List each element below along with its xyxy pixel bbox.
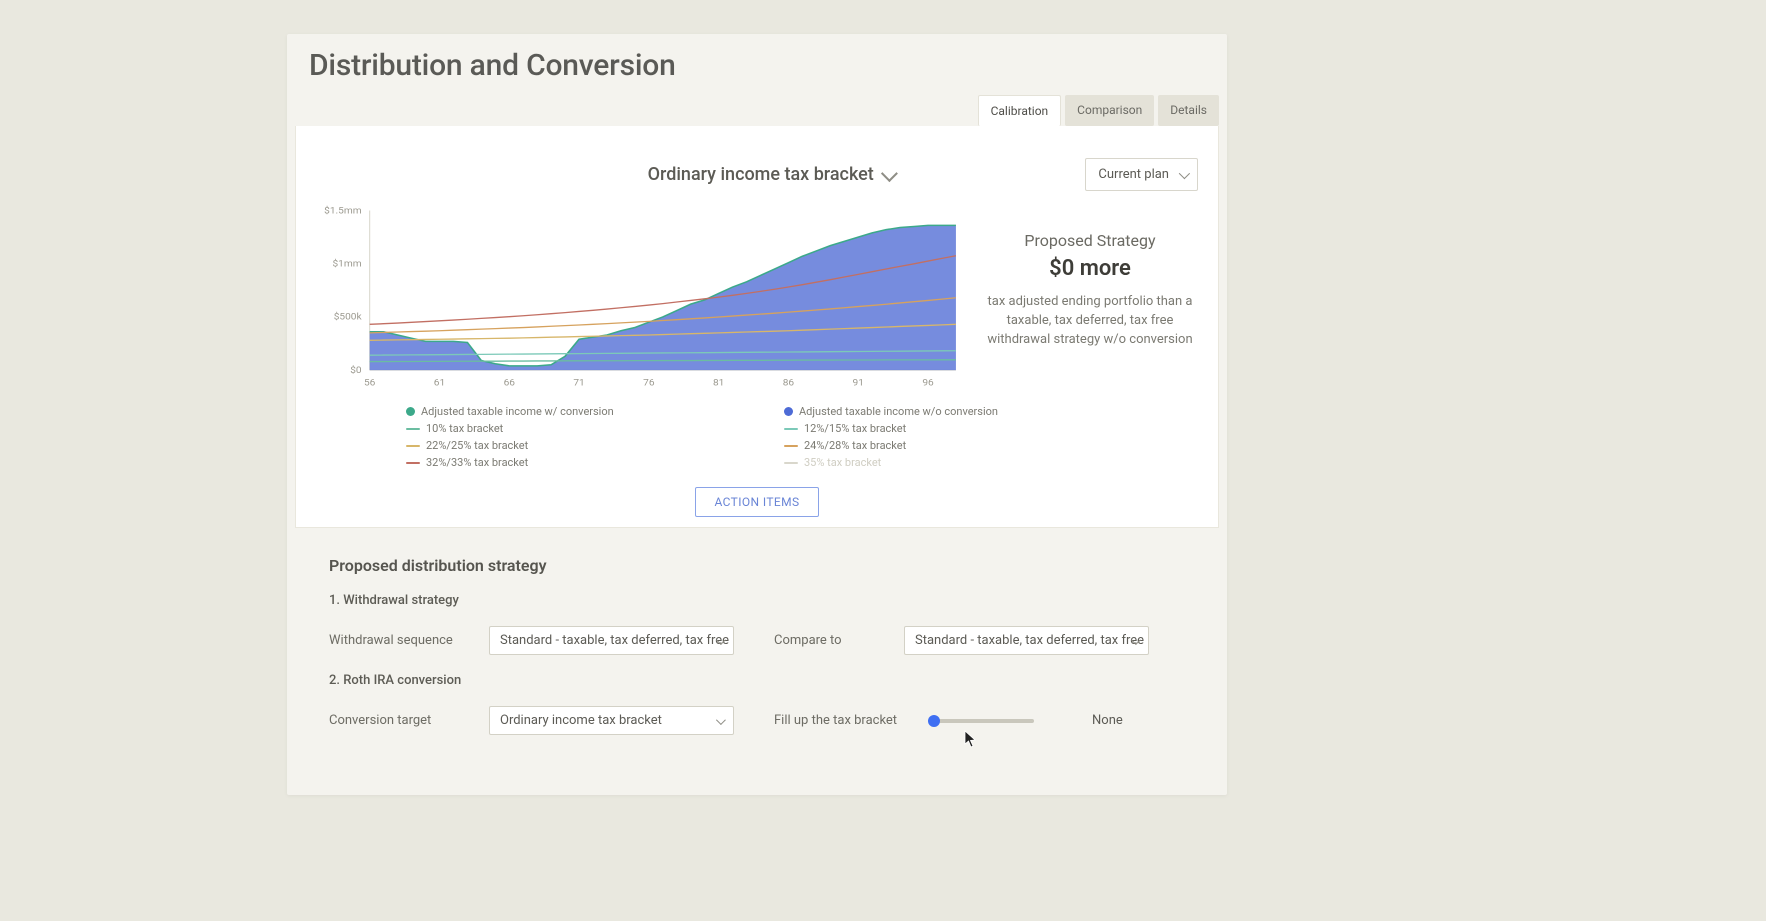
withdrawal-sequence-value: Standard - taxable, tax deferred, tax fr…	[500, 633, 729, 648]
svg-text:$1mm: $1mm	[333, 259, 362, 270]
chart-title-dropdown[interactable]: Ordinary income tax bracket	[456, 164, 1085, 185]
legend-item: Adjusted taxable income w/ conversion	[406, 405, 760, 418]
plan-select[interactable]: Current plan	[1085, 158, 1198, 191]
legend-item: 24%/28% tax bracket	[784, 439, 1138, 452]
svg-text:$500k: $500k	[334, 312, 362, 323]
legend-label: 12%/15% tax bracket	[804, 422, 906, 435]
withdrawal-sequence-select[interactable]: Standard - taxable, tax deferred, tax fr…	[489, 626, 734, 655]
strategy-heading: Proposed distribution strategy	[329, 556, 1185, 575]
svg-text:$1.5mm: $1.5mm	[324, 206, 361, 217]
chart-card: Ordinary income tax bracket Current plan…	[295, 126, 1219, 528]
legend-dot-icon	[406, 407, 415, 416]
legend-item: 22%/25% tax bracket	[406, 439, 760, 452]
page-title: Distribution and Conversion	[287, 48, 698, 83]
chevron-down-icon	[1179, 168, 1190, 179]
withdrawal-sequence-label: Withdrawal sequence	[329, 633, 469, 648]
side-panel: Proposed Strategy $0 more tax adjusted e…	[980, 201, 1200, 391]
svg-text:91: 91	[853, 378, 864, 389]
conversion-target-select[interactable]: Ordinary income tax bracket	[489, 706, 734, 735]
chart-title: Ordinary income tax bracket	[648, 164, 874, 185]
svg-text:66: 66	[504, 378, 516, 389]
compare-to-value: Standard - taxable, tax deferred, tax fr…	[915, 633, 1144, 648]
conversion-target-value: Ordinary income tax bracket	[500, 713, 662, 728]
plan-select-value: Current plan	[1098, 167, 1169, 182]
strategy-section: Proposed distribution strategy 1. Withdr…	[287, 528, 1227, 795]
legend-item: 35% tax bracket	[784, 456, 1138, 469]
side-panel-title: Proposed Strategy	[980, 231, 1200, 250]
legend-item: Adjusted taxable income w/o conversion	[784, 405, 1138, 418]
svg-text:56: 56	[364, 378, 376, 389]
svg-text:86: 86	[783, 378, 795, 389]
tab-calibration[interactable]: Calibration	[978, 95, 1062, 126]
legend-item: 12%/15% tax bracket	[784, 422, 1138, 435]
action-items-button[interactable]: ACTION ITEMS	[695, 487, 818, 517]
conversion-row: Conversion target Ordinary income tax br…	[329, 706, 1185, 735]
side-panel-amount: $0 more	[980, 256, 1200, 281]
svg-text:76: 76	[643, 378, 655, 389]
chart-svg: $0 $500k $1mm $1.5mm 56 61 66 71 76 81 86 91 96	[314, 201, 962, 391]
svg-text:81: 81	[713, 378, 724, 389]
fillup-label: Fill up the tax bracket	[774, 713, 914, 728]
side-panel-description: tax adjusted ending portfolio than a tax…	[980, 293, 1200, 350]
slider-thumb[interactable]	[928, 715, 940, 727]
step2-label: 2. Roth IRA conversion	[329, 673, 1185, 688]
fillup-slider-wrap: None	[934, 713, 1123, 728]
legend-line-icon	[406, 462, 420, 464]
fillup-value: None	[1092, 713, 1123, 728]
svg-text:$0: $0	[350, 365, 361, 376]
app-window: Distribution and Conversion Calibration …	[287, 34, 1227, 795]
chart-header: Ordinary income tax bracket Current plan	[296, 138, 1218, 201]
legend-label: 35% tax bracket	[804, 456, 881, 469]
action-row: ACTION ITEMS	[296, 477, 1218, 527]
legend-label: 10% tax bracket	[426, 422, 503, 435]
legend: Adjusted taxable income w/ conversion Adj…	[296, 399, 1218, 477]
svg-text:71: 71	[573, 378, 584, 389]
legend-line-icon	[784, 445, 798, 447]
tab-comparison[interactable]: Comparison	[1065, 95, 1154, 126]
chart-body: $0 $500k $1mm $1.5mm 56 61 66 71 76 81 86 91 96 Prop…	[296, 201, 1218, 399]
legend-item: 32%/33% tax bracket	[406, 456, 760, 469]
svg-text:61: 61	[434, 378, 445, 389]
conversion-target-label: Conversion target	[329, 713, 469, 728]
compare-to-select[interactable]: Standard - taxable, tax deferred, tax fr…	[904, 626, 1149, 655]
tabs-row: Calibration Comparison Details	[287, 83, 1227, 126]
legend-label: 24%/28% tax bracket	[804, 439, 906, 452]
legend-label: 32%/33% tax bracket	[426, 456, 528, 469]
legend-item: 10% tax bracket	[406, 422, 760, 435]
withdrawal-row: Withdrawal sequence Standard - taxable, …	[329, 626, 1185, 655]
legend-label: Adjusted taxable income w/ conversion	[421, 405, 614, 418]
legend-line-icon	[784, 462, 798, 464]
fillup-slider[interactable]	[934, 719, 1034, 723]
legend-line-icon	[784, 428, 798, 430]
legend-label: Adjusted taxable income w/o conversion	[799, 405, 998, 418]
svg-text:96: 96	[922, 378, 934, 389]
chevron-down-icon	[881, 165, 898, 182]
chevron-down-icon	[716, 715, 726, 725]
legend-label: 22%/25% tax bracket	[426, 439, 528, 452]
step1-label: 1. Withdrawal strategy	[329, 593, 1185, 608]
legend-line-icon	[406, 445, 420, 447]
header: Distribution and Conversion	[287, 34, 1227, 83]
tab-details[interactable]: Details	[1158, 95, 1219, 126]
legend-line-icon	[406, 428, 420, 430]
legend-dot-icon	[784, 407, 793, 416]
chart-area: $0 $500k $1mm $1.5mm 56 61 66 71 76 81 86 91 96	[314, 201, 962, 391]
compare-to-label: Compare to	[774, 633, 884, 648]
